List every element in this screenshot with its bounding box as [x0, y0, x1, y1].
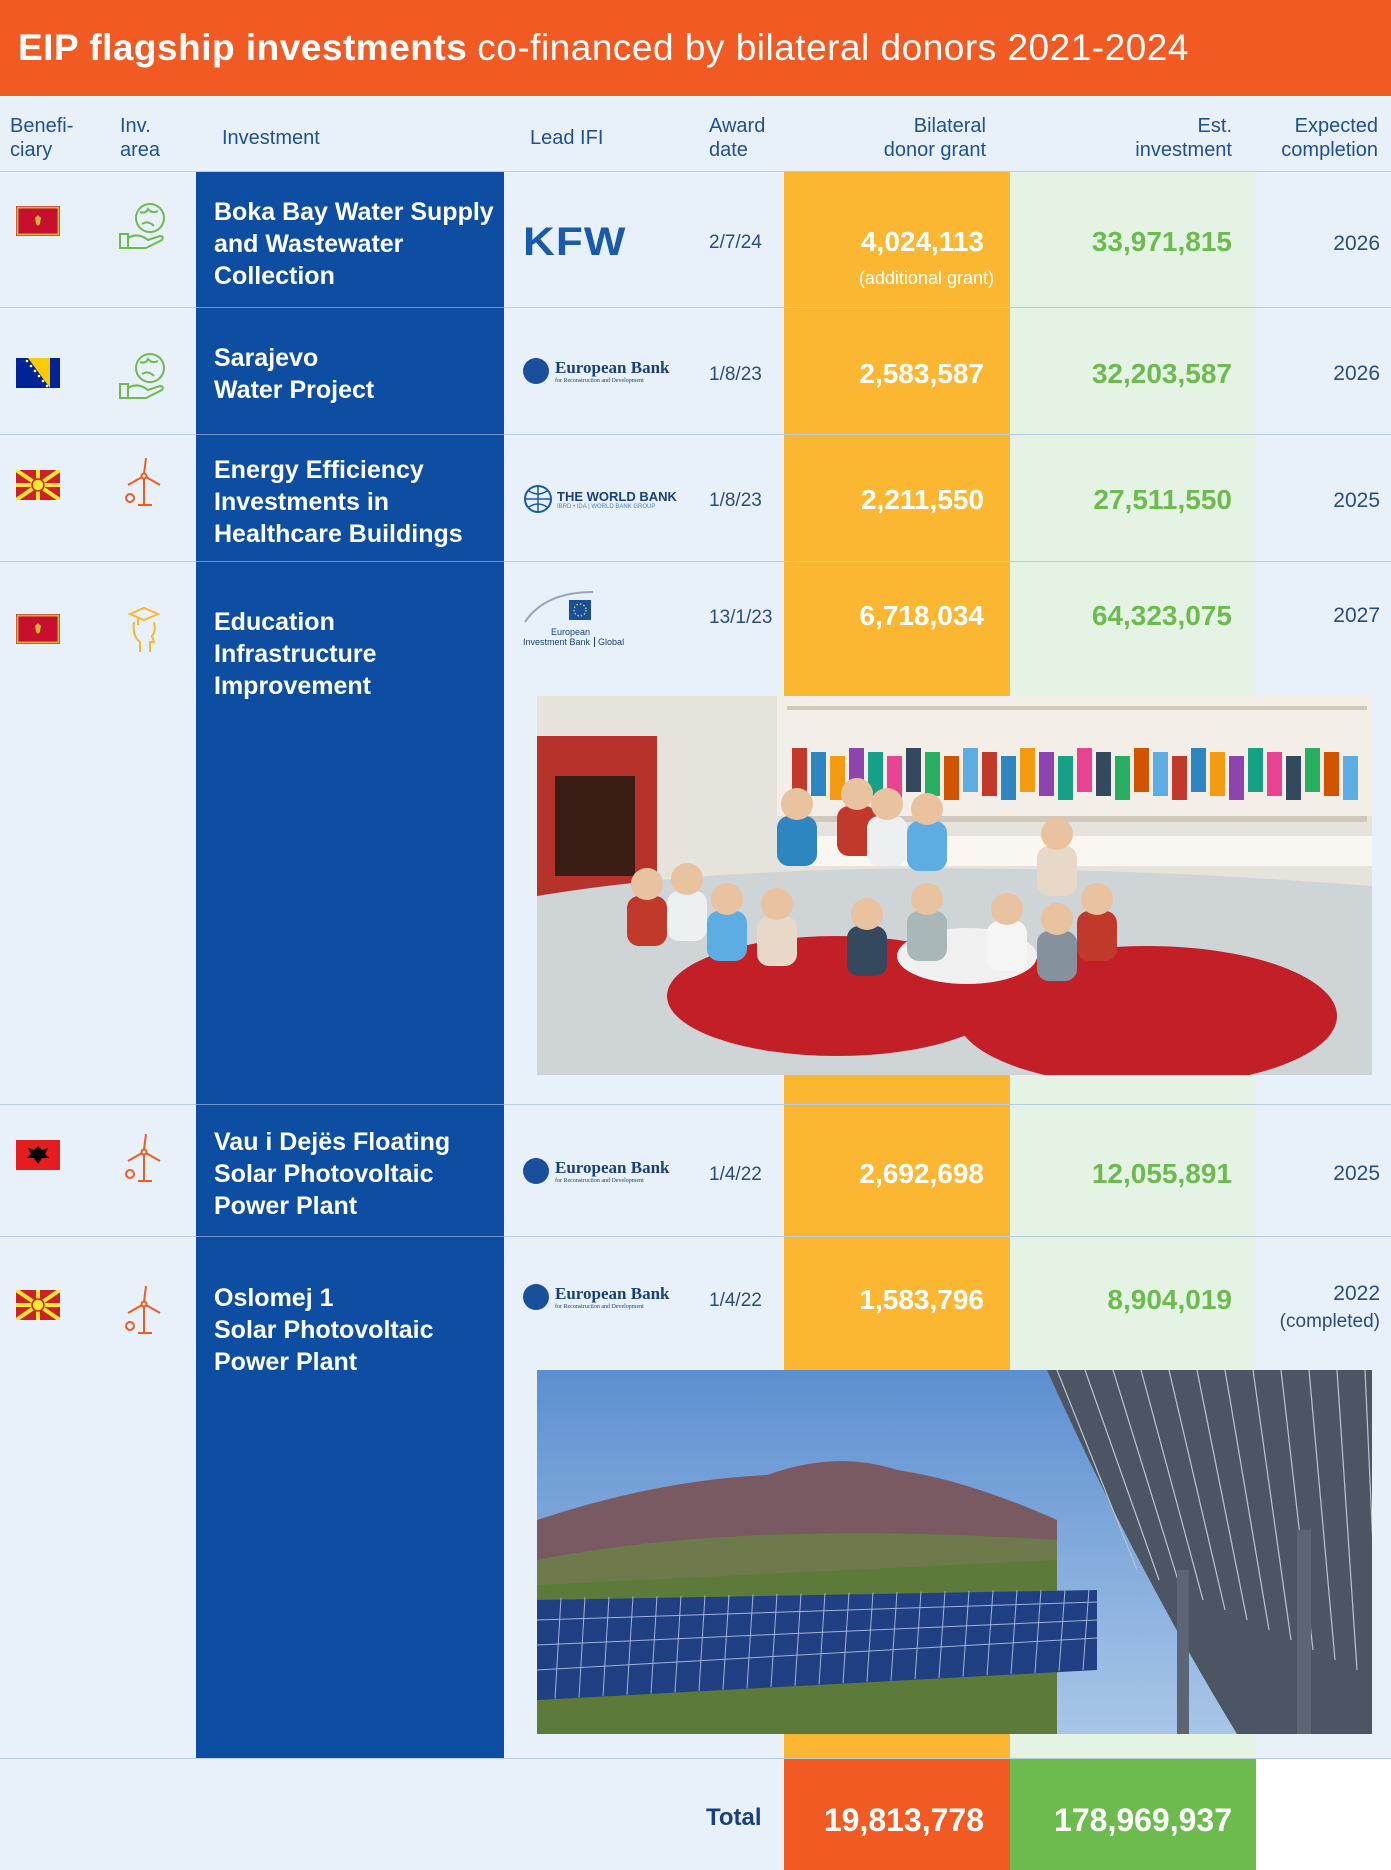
- award-date: 1/4/22: [709, 1290, 762, 1311]
- award-date: 1/8/23: [709, 490, 762, 511]
- ebrd-emblem-icon: [523, 1158, 549, 1184]
- award-date: 1/8/23: [709, 364, 762, 385]
- header-area: Inv. area: [120, 115, 161, 161]
- montenegro-flag: [16, 206, 60, 236]
- investment-title: Energy Efficiency Investments in Healthcar…: [214, 456, 463, 548]
- solar-plant-photo: [537, 1370, 1372, 1734]
- award-date: 2/7/24: [709, 232, 762, 253]
- ebrd-logo: European Bank for Reconstruction and Dev…: [523, 1284, 669, 1310]
- investment-title: Education Infrastructure Improvement: [214, 608, 377, 700]
- wind-turbine-icon: [125, 457, 161, 506]
- total-row-bg: [0, 1759, 784, 1870]
- completion-year: 2025: [1333, 1162, 1380, 1185]
- completion-year: 2027: [1333, 604, 1380, 627]
- total-label: Total: [706, 1804, 762, 1831]
- wind-turbine-icon: [125, 1133, 161, 1182]
- est-value: 27,511,550: [1093, 484, 1232, 515]
- row-divider: [0, 171, 1391, 172]
- kfw-logo: KFW: [523, 220, 627, 264]
- completion-year: 2026: [1333, 232, 1380, 255]
- investment-title: Boka Bay Water Supply and Wastewater Colle…: [214, 198, 494, 290]
- grant-value: 4,024,113: [860, 226, 984, 257]
- montenegro-flag: [16, 614, 60, 644]
- investment-divider: [196, 1104, 504, 1105]
- completion-year: 2022 (completed): [1279, 1282, 1380, 1332]
- grant-value: 2,692,698: [859, 1158, 984, 1189]
- wind-turbine-icon: [125, 1285, 161, 1334]
- investment-divider: [196, 1236, 504, 1237]
- header-lead-ifi: Lead IFI: [530, 127, 604, 149]
- est-value: 12,055,891: [1091, 1158, 1232, 1189]
- est-value: 8,904,019: [1107, 1284, 1232, 1315]
- investment-title: Sarajevo Water Project: [214, 344, 375, 404]
- eib-logo: European Investment Bank Global: [523, 588, 624, 647]
- investment-divider: [196, 307, 504, 308]
- water-globe-hand-icon: [119, 353, 165, 399]
- north-macedonia-flag: [16, 470, 60, 500]
- header-grant: Bilateral donor grant: [883, 115, 986, 161]
- total-grant-value: 19,813,778: [823, 1802, 984, 1838]
- water-globe-hand-icon: [119, 203, 165, 249]
- ebrd-emblem-icon: [523, 1284, 549, 1310]
- investment-column-bg: [196, 172, 504, 1758]
- completion-year: 2025: [1333, 489, 1380, 512]
- world-bank-logo: THE WORLD BANK IBRD • IDA | WORLD BANK G…: [523, 484, 677, 514]
- est-value: 33,971,815: [1091, 226, 1232, 257]
- completion-year: 2026: [1333, 362, 1380, 385]
- grant-value: 1,583,796: [859, 1284, 984, 1315]
- albania-flag: [16, 1140, 60, 1170]
- title-rest: co-financed by bilateral donors 2021-202…: [477, 27, 1189, 68]
- header-completion: Expected completion: [1281, 115, 1378, 161]
- education-head-icon: [127, 606, 161, 652]
- total-est-value: 178,969,937: [1054, 1802, 1232, 1838]
- header-award-date: Award date: [709, 115, 766, 161]
- ebrd-emblem-icon: [523, 358, 549, 384]
- north-macedonia-flag: [16, 1290, 60, 1320]
- investment-divider: [196, 434, 504, 435]
- investment-title: Oslomej 1 Solar Photovoltaic Power Plant: [214, 1284, 434, 1376]
- ebrd-logo: European Bank for Reconstruction and Dev…: [523, 358, 669, 384]
- award-date: 13/1/23: [709, 607, 773, 628]
- grant-value: 2,583,587: [859, 358, 984, 389]
- globe-icon: [524, 485, 552, 513]
- title-bold: EIP flagship investments: [18, 27, 468, 68]
- ebrd-logo: European Bank for Reconstruction and Dev…: [523, 1158, 669, 1184]
- award-date: 1/4/22: [709, 1164, 762, 1185]
- page-title: EIP flagship investments co-financed by …: [0, 0, 1391, 96]
- total-empty-cell: [1256, 1759, 1391, 1870]
- header-est: Est. investment: [1135, 115, 1232, 161]
- investment-title: Vau i Dejës Floating Solar Photovoltaic Po…: [214, 1128, 451, 1220]
- bosnia-flag: [16, 358, 60, 388]
- grant-value: 6,718,034: [859, 600, 984, 631]
- est-value: 64,323,075: [1091, 600, 1232, 631]
- eib-emblem-icon: [524, 591, 594, 623]
- header-beneficiary: Benefi-ciary: [10, 115, 74, 161]
- grant-value: 2,211,550: [860, 484, 984, 515]
- grant-note: (additional grant): [858, 268, 994, 288]
- investment-divider: [196, 561, 504, 562]
- header-investment: Investment: [222, 127, 320, 149]
- kindergarten-photo: [537, 696, 1372, 1075]
- est-value: 32,203,587: [1091, 358, 1232, 389]
